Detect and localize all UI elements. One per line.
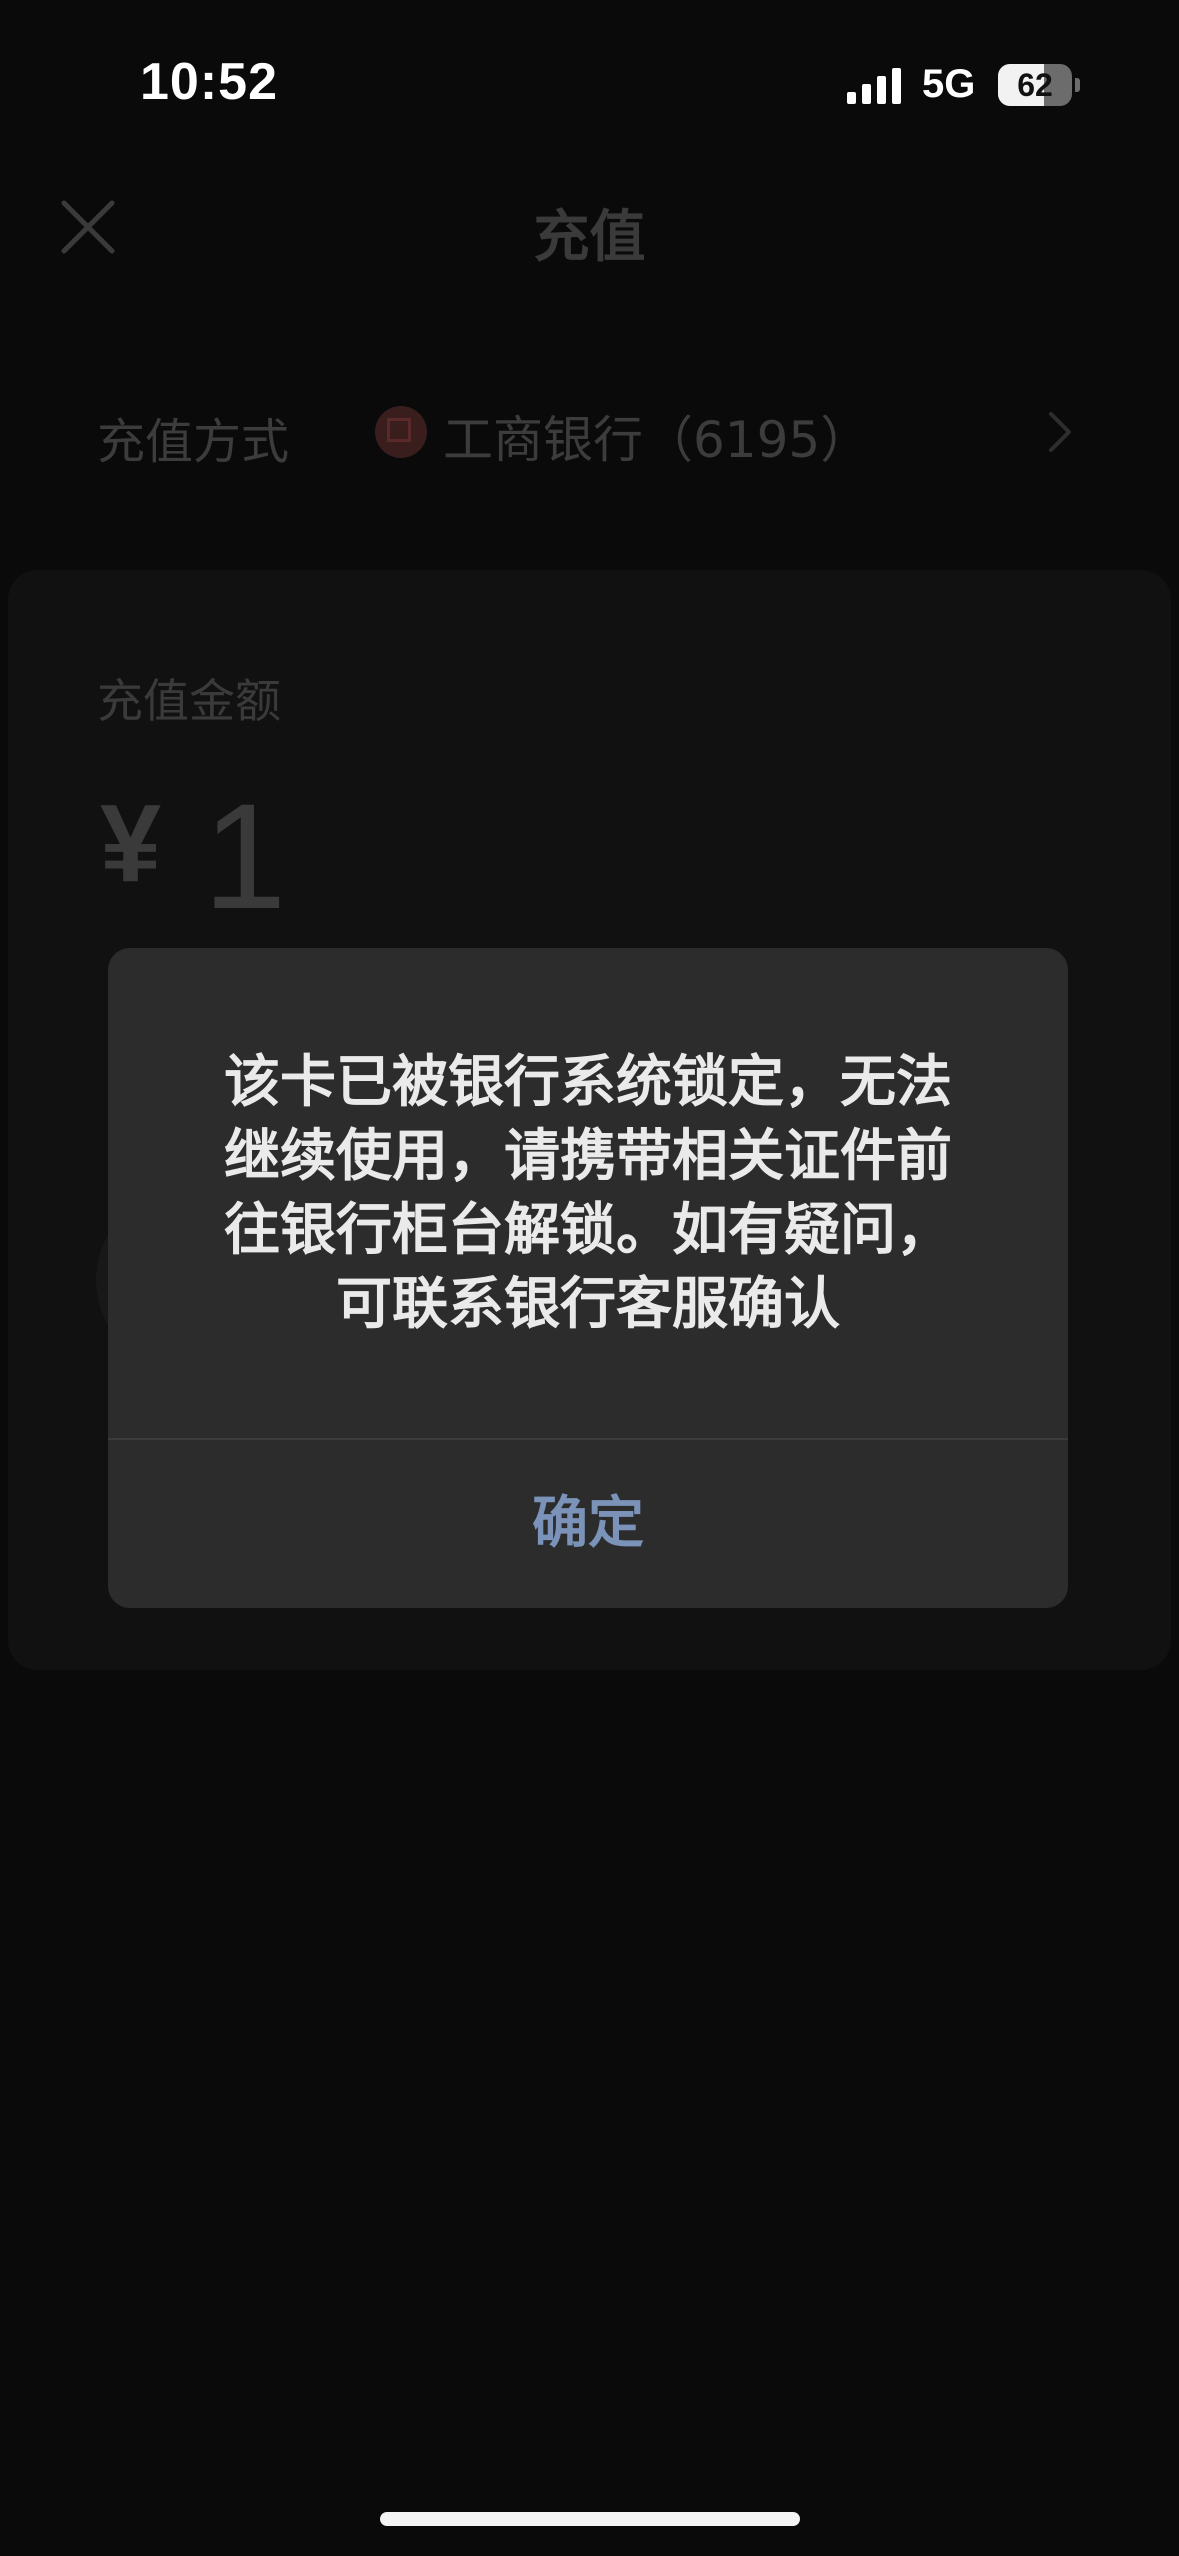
battery-icon: 62 <box>998 64 1080 106</box>
payment-method-row[interactable]: 充值方式 工商银行（6195） <box>0 360 1179 500</box>
dialog-message-line: 可联系银行客服确认 <box>336 1272 840 1337</box>
status-bar: 10:52 5G 62 <box>0 0 1179 170</box>
battery-level: 62 <box>1017 67 1053 103</box>
amount-label: 充值金额 <box>97 674 281 728</box>
bank-card-name: 工商银行（6195） <box>443 411 871 469</box>
cellular-signal-icon <box>847 68 901 104</box>
dialog-message: 该卡已被银行系统锁定，无法 继续使用，请携带相关证件前 往银行柜台解锁。如有疑问… <box>168 1046 1008 1342</box>
confirm-button[interactable]: 确定 <box>108 1440 1068 1608</box>
bank-logo-icon <box>375 406 427 458</box>
page-title: 充值 <box>533 205 646 270</box>
dialog-message-line: 继续使用，请携带相关证件前 <box>224 1124 952 1189</box>
alert-dialog: 该卡已被银行系统锁定，无法 继续使用，请携带相关证件前 往银行柜台解锁。如有疑问… <box>108 948 1068 1608</box>
amount-input[interactable]: 1 <box>203 770 286 943</box>
network-type: 5G <box>922 62 976 106</box>
home-indicator[interactable] <box>380 2512 800 2526</box>
dialog-message-line: 往银行柜台解锁。如有疑问， <box>224 1198 952 1263</box>
nav-bar: 充值 <box>0 170 1179 290</box>
currency-symbol: ¥ <box>100 782 162 905</box>
status-time: 10:52 <box>140 53 278 111</box>
payment-method-label: 充值方式 <box>97 414 290 470</box>
chevron-right-icon <box>1049 412 1071 452</box>
dialog-message-line: 该卡已被银行系统锁定，无法 <box>224 1050 952 1115</box>
